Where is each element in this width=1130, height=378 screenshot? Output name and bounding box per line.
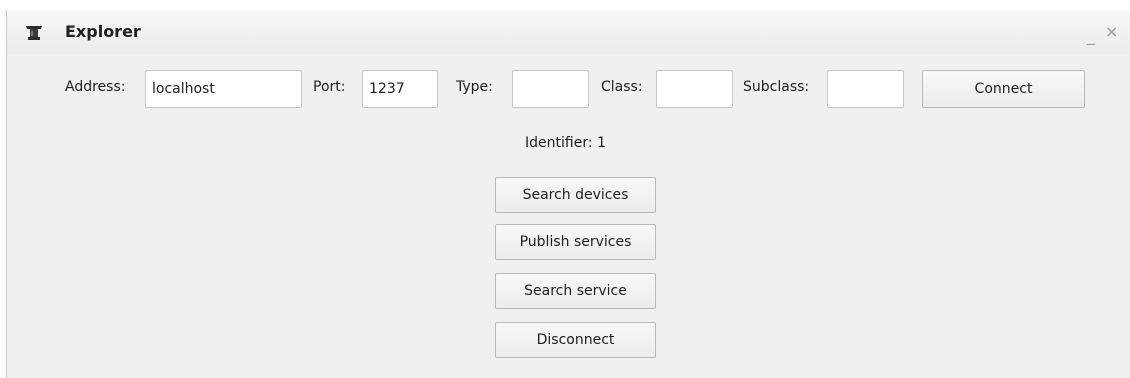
port-label: Port: bbox=[313, 79, 346, 95]
type-label: Type: bbox=[456, 79, 493, 95]
minimize-icon[interactable]: _ bbox=[1087, 26, 1095, 45]
disconnect-button[interactable]: Disconnect bbox=[495, 322, 656, 358]
identifier-text: Identifier: 1 bbox=[525, 135, 606, 151]
close-icon[interactable]: × bbox=[1105, 22, 1118, 41]
port-input[interactable] bbox=[362, 70, 438, 108]
address-input[interactable] bbox=[145, 70, 302, 108]
subclass-label: Subclass: bbox=[743, 79, 810, 95]
subclass-input[interactable] bbox=[827, 70, 904, 108]
title-bar: Explorer _ × bbox=[7, 10, 1130, 54]
search-devices-button[interactable]: Search devices bbox=[495, 177, 656, 213]
class-input[interactable] bbox=[656, 70, 733, 108]
explorer-window: Explorer _ × Address: Port: Type: Class:… bbox=[6, 10, 1130, 378]
connect-button[interactable]: Connect bbox=[922, 70, 1085, 108]
class-label: Class: bbox=[601, 79, 643, 95]
publish-services-button[interactable]: Publish services bbox=[495, 224, 656, 260]
window-title: Explorer bbox=[65, 22, 141, 41]
search-service-button[interactable]: Search service bbox=[495, 273, 656, 309]
address-label: Address: bbox=[65, 79, 126, 95]
type-input[interactable] bbox=[512, 70, 589, 108]
app-hat-icon bbox=[25, 24, 43, 41]
